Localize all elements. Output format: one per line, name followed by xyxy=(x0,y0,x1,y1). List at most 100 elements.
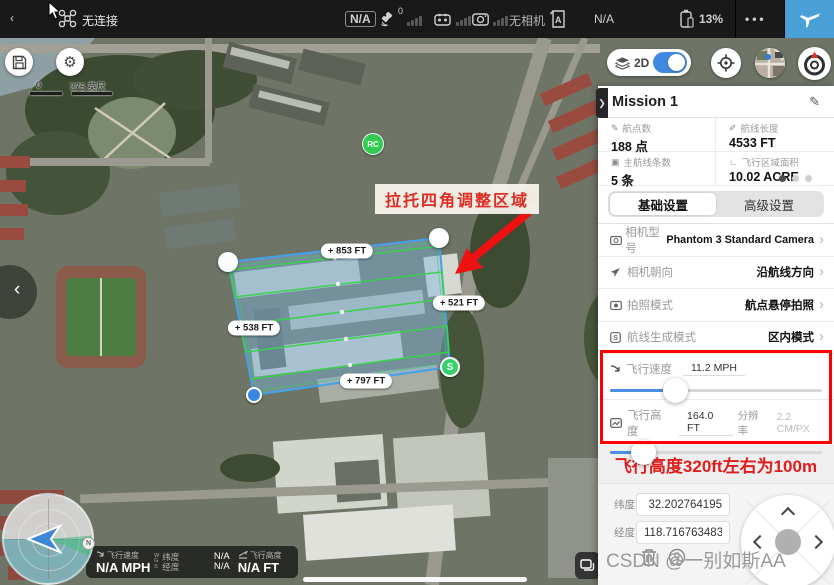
chevron-right-icon: › xyxy=(819,300,824,310)
speed-slider-knob[interactable] xyxy=(663,378,688,403)
flight-assistant-value: N/A xyxy=(594,12,614,26)
back-button[interactable]: ‹ xyxy=(10,1,14,35)
longitude-input[interactable] xyxy=(636,521,730,544)
waypoint-icon: ✎ xyxy=(611,123,619,134)
edge-length-right: + 521 FT xyxy=(433,296,485,311)
telemetry-speed-value: N/A MPH xyxy=(96,561,154,574)
chevron-left-icon: ‹ xyxy=(14,279,20,301)
setting-photo-mode[interactable]: 拍照模式 航点悬停拍照› xyxy=(598,289,834,322)
camera-icon xyxy=(610,235,622,245)
connection-status: 无连接 xyxy=(82,12,118,29)
chevron-right-icon: › xyxy=(819,235,824,245)
telemetry-lng-value: N/A xyxy=(214,562,230,572)
panel-collapse-tab[interactable]: ❯ xyxy=(596,88,608,118)
latitude-input[interactable] xyxy=(636,493,730,516)
map-settings-button[interactable]: ⚙ xyxy=(56,48,84,76)
altitude-slider-row: 飞行高度 164.0 FT 分辨率 2.2 CM/PX xyxy=(598,400,834,446)
area-ruler-icon: ∟ xyxy=(729,157,738,167)
camera-status-icon xyxy=(472,13,489,26)
corner-handle-bottomleft[interactable] xyxy=(246,387,262,403)
map-mode-label: 2D xyxy=(634,56,649,70)
tab-advanced-settings[interactable]: 高级设置 xyxy=(716,193,822,215)
satellite-icon xyxy=(379,10,396,27)
svg-text:S: S xyxy=(613,335,618,342)
map-scale-bar: 0 375 英尺 xyxy=(30,80,120,96)
chevron-right-icon: ❯ xyxy=(598,98,606,109)
telemetry-alt-value: N/A FT xyxy=(238,561,292,574)
corner-handle-topleft[interactable] xyxy=(218,252,238,272)
edge-length-bottom: + 797 FT xyxy=(340,374,392,389)
nudge-up-icon[interactable] xyxy=(781,507,795,521)
stat-route-length: ✐航线长度 4533 FT xyxy=(716,118,834,152)
attitude-compass-gauge: N xyxy=(2,493,94,585)
compass-button[interactable] xyxy=(798,47,831,80)
camera-status-text: 无相机 xyxy=(509,12,545,29)
airplane-icon xyxy=(798,7,822,31)
flight-assistant-icon: A xyxy=(549,9,568,29)
telemetry-bar: 飞行速度 N/A MPH WGS 纬度N/A 经度N/A 飞行高度 N/A FT xyxy=(86,546,298,578)
mission-header: Mission 1 ✎ xyxy=(598,86,834,118)
drone-icon xyxy=(58,9,77,28)
overlay-panels-button[interactable] xyxy=(575,552,600,579)
battery-percent: 13% xyxy=(699,12,723,26)
mission-stats: ✎航点数 188 点 ✐航线长度 4533 FT ▣主航线条数 5 条 ∟飞行区… xyxy=(598,118,834,186)
mission-panel: Mission 1 ✎ ✎航点数 188 点 ✐航线长度 4533 FT ▣主航… xyxy=(598,86,834,585)
battery-icon xyxy=(678,9,694,29)
stats-page-dots[interactable] xyxy=(779,175,812,182)
map-thumbnail xyxy=(755,48,785,78)
satellite-count: 0 xyxy=(398,6,403,16)
csdn-watermark: CSDN @一别如斯AA xyxy=(606,546,834,573)
settings-tabs-wrap: 基础设置 高级设置 xyxy=(598,186,834,224)
altitude-value-field[interactable]: 164.0 FT xyxy=(679,410,733,436)
speed-slider-row: 飞行速度 11.2 MPH xyxy=(598,354,834,400)
rc-home-marker[interactable]: RC xyxy=(362,133,384,155)
speed-value-field[interactable]: 11.2 MPH xyxy=(683,362,745,376)
stat-waypoints: ✎航点数 188 点 xyxy=(598,118,716,152)
locate-button[interactable] xyxy=(711,48,741,78)
map-2d-toggle[interactable] xyxy=(653,52,687,73)
altitude-slider[interactable] xyxy=(610,451,822,454)
edge-length-top: + 853 FT xyxy=(321,244,373,259)
map-preview-button[interactable] xyxy=(755,48,785,78)
start-point-handle[interactable]: S xyxy=(440,357,460,377)
remote-controller-icon xyxy=(434,12,451,26)
altitude-icon xyxy=(238,551,248,560)
layers-icon xyxy=(615,56,630,70)
chevron-right-icon: › xyxy=(819,267,824,277)
speed-icon xyxy=(610,364,621,375)
chevron-right-icon: › xyxy=(819,332,824,342)
stat-main-lines: ▣主航线条数 5 条 xyxy=(598,152,716,186)
crosshair-icon xyxy=(717,54,735,72)
speed-icon xyxy=(96,551,105,560)
direction-icon xyxy=(610,267,621,278)
altitude-slider-knob[interactable] xyxy=(631,440,656,465)
annotation-label: 拉托四角调整区域 xyxy=(375,184,539,214)
save-icon xyxy=(12,55,27,70)
svg-text:A: A xyxy=(555,15,562,25)
route-mode-icon: S xyxy=(610,332,621,343)
stacked-windows-icon xyxy=(580,559,595,573)
drone-heading-arrow xyxy=(2,493,94,585)
setting-camera-orientation[interactable]: 相机朝向 沿航线方向› xyxy=(598,257,834,290)
setting-route-mode[interactable]: S 航线生成模式 区内模式› xyxy=(598,322,834,355)
corner-handle-topright[interactable] xyxy=(429,228,449,248)
speed-slider[interactable] xyxy=(610,389,822,392)
camera-signal-bars xyxy=(493,16,508,26)
more-menu-button[interactable]: ••• xyxy=(745,12,767,26)
compass-icon xyxy=(802,51,827,76)
setting-camera-model[interactable]: 相机型号 Phantom 3 Standard Camera› xyxy=(598,224,834,257)
tab-basic-settings[interactable]: 基础设置 xyxy=(610,193,716,215)
gps-signal-bars xyxy=(407,16,422,26)
takeoff-button[interactable] xyxy=(785,0,834,38)
top-status-bar: ‹ 无连接 N/A 0 xyxy=(0,0,834,38)
left-collapse-button[interactable]: ‹ xyxy=(0,265,38,319)
app-root: + 853 FT + 521 FT + 538 FT + 797 FT S RC… xyxy=(0,0,834,585)
home-indicator[interactable] xyxy=(303,577,527,582)
rc-signal-bars xyxy=(456,16,471,26)
resolution-value: 2.2 CM/PX xyxy=(777,411,822,435)
save-mission-button[interactable] xyxy=(5,48,33,76)
stat-area: ∟飞行区域面积 10.02 ACRE xyxy=(716,152,834,186)
map-mode-pill: 2D xyxy=(607,49,691,76)
edit-mission-icon[interactable]: ✎ xyxy=(809,94,820,110)
altitude-icon xyxy=(610,418,622,428)
